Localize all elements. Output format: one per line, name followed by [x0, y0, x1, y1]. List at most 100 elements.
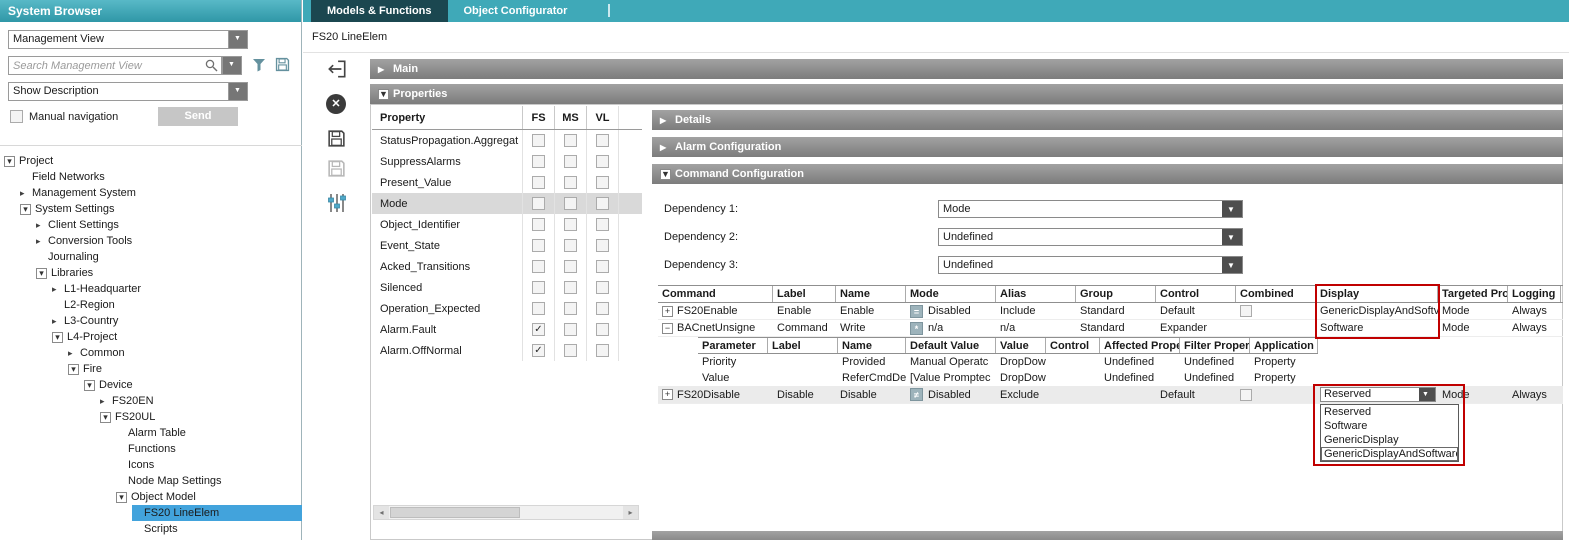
tree-item-libraries[interactable]: Libraries — [36, 265, 302, 281]
scroll-right-icon[interactable] — [623, 506, 638, 519]
expanded-triangle-icon[interactable] — [660, 169, 671, 180]
vl-checkbox[interactable] — [596, 344, 609, 357]
fs-checkbox[interactable] — [532, 197, 545, 210]
section-main[interactable]: Main — [370, 59, 1563, 79]
expanded-triangle-icon[interactable] — [378, 89, 389, 100]
display-select[interactable]: Reserved — [1320, 387, 1436, 402]
collapsed-triangle-icon[interactable] — [660, 111, 675, 131]
ms-checkbox[interactable] — [564, 218, 577, 231]
tree-item-fire[interactable]: Fire — [68, 361, 302, 377]
collapsed-section-sliver[interactable] — [652, 531, 1563, 540]
tree-item-project[interactable]: Project — [4, 153, 302, 169]
tree-item-device[interactable]: Device — [84, 377, 302, 393]
ms-checkbox[interactable] — [564, 302, 577, 315]
tree-expanded-icon[interactable] — [52, 332, 63, 343]
vl-checkbox[interactable] — [596, 155, 609, 168]
discard-changes-icon[interactable] — [326, 94, 350, 118]
property-row[interactable]: Silenced — [372, 277, 642, 298]
dropdown-option[interactable]: GenericDisplay — [1321, 433, 1458, 447]
fs-checkbox[interactable] — [532, 281, 545, 294]
fs-checkbox[interactable] — [532, 218, 545, 231]
chevron-down-icon[interactable] — [222, 56, 242, 75]
tree-expanded-icon[interactable] — [68, 364, 79, 375]
tree-item-fs20ul[interactable]: FS20UL — [100, 409, 302, 425]
property-row[interactable]: Event_State — [372, 235, 642, 256]
parameter-row-value[interactable]: Value ReferCmdDef [Value Promptec DropDo… — [698, 370, 1318, 386]
filter-settings-icon[interactable] — [326, 192, 350, 216]
tree-item-system-settings[interactable]: System Settings — [20, 201, 302, 217]
combined-checkbox[interactable] — [1240, 305, 1252, 317]
property-row-selected[interactable]: Mode — [372, 193, 642, 214]
collapsed-triangle-icon[interactable] — [660, 138, 675, 158]
tab-object-configurator[interactable]: Object Configurator — [448, 0, 584, 22]
ms-checkbox[interactable] — [564, 239, 577, 252]
tree-item-icons[interactable]: Icons — [116, 457, 302, 473]
dropdown-option[interactable]: Reserved — [1321, 405, 1458, 419]
tree-item-alarm-table[interactable]: Alarm Table — [116, 425, 302, 441]
tree-collapsed-icon[interactable] — [20, 185, 32, 201]
scroll-left-icon[interactable] — [374, 506, 389, 519]
vl-checkbox[interactable] — [596, 176, 609, 189]
fs-checkbox[interactable] — [532, 155, 545, 168]
properties-hscrollbar[interactable] — [373, 505, 639, 520]
fs-checkbox[interactable] — [532, 176, 545, 189]
dependency-1-select[interactable]: Mode — [938, 200, 1243, 218]
ms-checkbox[interactable] — [564, 323, 577, 336]
expand-plus-icon[interactable]: + — [662, 306, 673, 317]
vl-checkbox[interactable] — [596, 323, 609, 336]
fs-checkbox[interactable] — [532, 239, 545, 252]
property-row[interactable]: Alarm.OffNormal✓ — [372, 340, 642, 361]
combined-checkbox[interactable] — [1240, 389, 1252, 401]
tree-item-client-settings[interactable]: Client Settings — [36, 217, 302, 233]
tree-item-conversion-tools[interactable]: Conversion Tools — [36, 233, 302, 249]
dropdown-option-highlighted[interactable]: GenericDisplayAndSoftware — [1321, 447, 1458, 461]
property-row[interactable]: Operation_Expected — [372, 298, 642, 319]
vl-checkbox[interactable] — [596, 239, 609, 252]
expand-plus-icon[interactable]: + — [662, 389, 673, 400]
section-details[interactable]: Details — [652, 110, 1563, 130]
property-row[interactable]: Object_Identifier — [372, 214, 642, 235]
fs-checkbox[interactable]: ✓ — [532, 344, 545, 357]
property-row[interactable]: SuppressAlarms — [372, 151, 642, 172]
filter-funnel-icon[interactable] — [252, 58, 266, 72]
tree-expanded-icon[interactable] — [116, 492, 127, 503]
collapse-minus-icon[interactable]: − — [662, 323, 673, 334]
ms-checkbox[interactable] — [564, 344, 577, 357]
search-input[interactable] — [8, 56, 222, 75]
dependency-3-select[interactable]: Undefined — [938, 256, 1243, 274]
vl-checkbox[interactable] — [596, 134, 609, 147]
send-button[interactable]: Send — [158, 107, 238, 126]
tree-item-l4-project[interactable]: L4-Project — [52, 329, 302, 345]
view-select[interactable]: Management View — [8, 30, 248, 49]
save-icon[interactable] — [326, 128, 350, 152]
jump-to-icon[interactable] — [326, 58, 350, 82]
tree-item-fs20en[interactable]: FS20EN — [100, 393, 302, 409]
tree-collapsed-icon[interactable] — [100, 393, 112, 409]
vl-checkbox[interactable] — [596, 197, 609, 210]
command-row-fs20enable[interactable]: +FS20Enable Enable Enable =Disabled Incl… — [658, 303, 1563, 320]
tab-models-functions[interactable]: Models & Functions — [311, 0, 448, 22]
property-row[interactable]: Alarm.Fault✓ — [372, 319, 642, 340]
tree-item-journaling[interactable]: Journaling — [36, 249, 302, 265]
tree-item-node-map-settings[interactable]: Node Map Settings — [116, 473, 302, 489]
dependency-2-select[interactable]: Undefined — [938, 228, 1243, 246]
vl-checkbox[interactable] — [596, 302, 609, 315]
chevron-down-icon[interactable] — [1222, 229, 1242, 245]
command-row-bacnet[interactable]: −BACnetUnsigne Command Write *n/a n/a St… — [658, 320, 1563, 337]
vl-checkbox[interactable] — [596, 281, 609, 294]
tree-item-common[interactable]: Common — [68, 345, 302, 361]
manual-navigation-checkbox[interactable] — [10, 110, 23, 123]
tree-collapsed-icon[interactable] — [36, 217, 48, 233]
tree-item-l3-country[interactable]: L3-Country — [52, 313, 302, 329]
tree-collapsed-icon[interactable] — [52, 313, 64, 329]
tree-item-fs20-lineelem[interactable]: FS20 LineElem — [132, 505, 302, 521]
ms-checkbox[interactable] — [564, 155, 577, 168]
collapsed-triangle-icon[interactable] — [378, 60, 393, 80]
property-row[interactable]: Acked_Transitions — [372, 256, 642, 277]
ms-checkbox[interactable] — [564, 281, 577, 294]
vl-checkbox[interactable] — [596, 218, 609, 231]
tree-expanded-icon[interactable] — [84, 380, 95, 391]
tree-item-management-system[interactable]: Management System — [20, 185, 302, 201]
tree-expanded-icon[interactable] — [20, 204, 31, 215]
chevron-down-icon[interactable] — [1222, 201, 1242, 217]
